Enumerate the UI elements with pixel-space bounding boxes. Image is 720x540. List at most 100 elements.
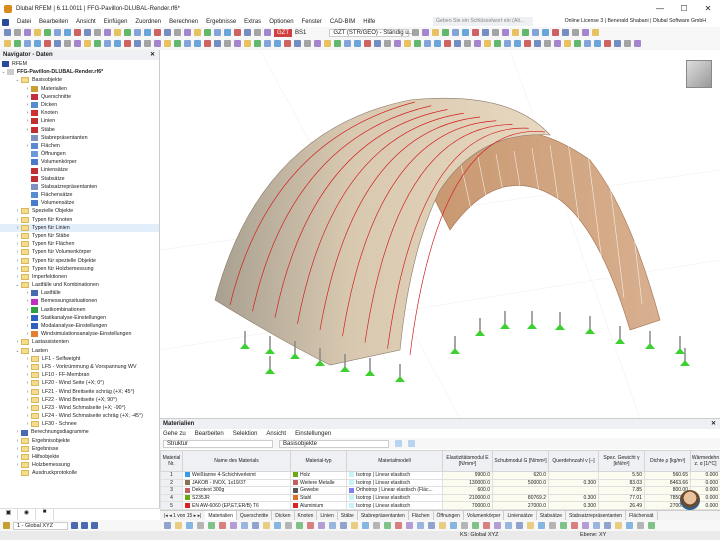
- chevron-right-icon[interactable]: ›: [24, 363, 31, 371]
- toolbar-tool-icon[interactable]: [244, 29, 251, 36]
- toolbar-tool-icon[interactable]: [74, 29, 81, 36]
- column-header[interactable]: Elastizitätsmodul E [N/mm²]: [442, 450, 493, 472]
- column-header[interactable]: Spez. Gewicht γ [kN/m³]: [598, 450, 645, 472]
- tool-icon[interactable]: [230, 522, 237, 529]
- lc-name[interactable]: BS1: [295, 30, 306, 36]
- table-menu-0[interactable]: Gehe zu: [163, 431, 186, 437]
- support-node[interactable]: [645, 331, 655, 349]
- tree-item[interactable]: › Ergebnisobjekte: [0, 437, 159, 445]
- toolbar-tool-icon[interactable]: [214, 40, 221, 47]
- tab-5[interactable]: Stäbe: [338, 510, 358, 521]
- tool-icon[interactable]: [439, 522, 446, 529]
- toolbar-tool-icon[interactable]: [124, 29, 131, 36]
- tool-icon[interactable]: [516, 522, 523, 529]
- toolbar-tool-icon[interactable]: [572, 29, 580, 36]
- toolbar-tool-icon[interactable]: [512, 29, 520, 36]
- table-row[interactable]: 3 Dekotext 300g Gewebe Orthotrop | Linear e…: [160, 486, 720, 495]
- toolbar-tool-icon[interactable]: [94, 29, 101, 36]
- toolbar-tool-icon[interactable]: [184, 40, 191, 47]
- chevron-right-icon[interactable]: ›: [24, 379, 31, 387]
- tree-item[interactable]: › Linien: [0, 117, 159, 125]
- toolbar-tool-icon[interactable]: [164, 29, 171, 36]
- chevron-right-icon[interactable]: ›: [14, 453, 21, 461]
- cell-nu[interactable]: [548, 486, 599, 495]
- toolbar-tool-icon[interactable]: [204, 40, 211, 47]
- toolbar-tool-icon[interactable]: [64, 40, 71, 47]
- load-combo-select[interactable]: GZT (STR/GEO) - Ständig u...: [329, 28, 414, 37]
- cell-nu[interactable]: 0.300: [548, 493, 599, 503]
- toolbar-tool-icon[interactable]: [154, 40, 161, 47]
- toolbar-tool-icon[interactable]: [54, 29, 61, 36]
- toolbar-tool-icon[interactable]: [64, 29, 71, 36]
- cell-g[interactable]: 83.03: [598, 478, 645, 488]
- tool-icon[interactable]: [505, 522, 512, 529]
- menu-0[interactable]: Datei: [17, 19, 31, 25]
- chevron-down-icon[interactable]: ⌄: [14, 347, 21, 355]
- tree-root[interactable]: RFEM: [0, 60, 159, 68]
- tab-9[interactable]: Volumenkörper: [464, 510, 505, 521]
- toolbar-tool-icon[interactable]: [634, 40, 641, 47]
- cell-nu[interactable]: 0.300: [548, 478, 599, 488]
- cell-E[interactable]: 210000.0: [442, 493, 493, 503]
- toolbar-tool-icon[interactable]: [562, 29, 570, 36]
- support-node[interactable]: [450, 336, 460, 354]
- toolbar-tool-icon[interactable]: [514, 40, 521, 47]
- tree-item[interactable]: › Knoten: [0, 109, 159, 117]
- tab-0[interactable]: Materialien: [205, 510, 237, 521]
- cell-name[interactable]: Dekotext 300g: [182, 486, 291, 495]
- tab-11[interactable]: Stabsätze: [537, 510, 566, 521]
- toolbar-tool-icon[interactable]: [264, 40, 271, 47]
- toolbar-tool-icon[interactable]: [552, 29, 560, 36]
- toolbar-tool-icon[interactable]: [404, 40, 411, 47]
- column-header[interactable]: Name des Materials: [182, 450, 291, 472]
- tool-icon[interactable]: [637, 522, 644, 529]
- tool-icon[interactable]: [219, 522, 226, 529]
- tree-item[interactable]: › LF10 - FF-Membran: [0, 371, 159, 379]
- chevron-right-icon[interactable]: ›: [24, 297, 31, 305]
- column-header[interactable]: Wärmedehnz. α [1/°C]: [690, 450, 720, 472]
- tool-icon[interactable]: [593, 522, 600, 529]
- tab-13[interactable]: Flächensät: [626, 510, 658, 521]
- tool-icon[interactable]: [417, 522, 424, 529]
- support-node[interactable]: [265, 336, 275, 354]
- cell-a[interactable]: 0.000: [690, 471, 720, 480]
- cell-name[interactable]: JAKOB - INOX, 1x19/37: [182, 478, 291, 488]
- cell-rho[interactable]: 560.65: [644, 471, 691, 480]
- column-header[interactable]: Dichte ρ [kg/m³]: [644, 450, 691, 472]
- toolbar-tool-icon[interactable]: [284, 40, 291, 47]
- chevron-right-icon[interactable]: ›: [14, 257, 21, 265]
- tree-item[interactable]: ⌄ Lasten: [0, 347, 159, 355]
- menu-6[interactable]: Ergebnisse: [206, 19, 236, 25]
- cell-g[interactable]: 5.50: [598, 471, 645, 480]
- tree-item[interactable]: › Holzbemessung: [0, 461, 159, 469]
- support-node[interactable]: [555, 312, 565, 330]
- menu-4[interactable]: Zuordnen: [135, 19, 161, 25]
- cell-nu[interactable]: 0.300: [548, 501, 599, 510]
- toolbar-tool-icon[interactable]: [234, 29, 241, 36]
- chevron-right-icon[interactable]: ›: [14, 240, 21, 248]
- tab-10[interactable]: Liniensätze: [504, 510, 537, 521]
- tree-item[interactable]: › Stäbe: [0, 126, 159, 134]
- tool-icon[interactable]: [461, 522, 468, 529]
- toolbar-tool-icon[interactable]: [124, 40, 131, 47]
- toolbar-tool-icon[interactable]: [334, 40, 341, 47]
- chevron-right-icon[interactable]: ›: [24, 101, 31, 109]
- cell-G[interactable]: 80769.2: [492, 493, 549, 503]
- toolbar-tool-icon[interactable]: [354, 40, 361, 47]
- toolbar-tool-icon[interactable]: [422, 29, 430, 36]
- toolbar-tool-icon[interactable]: [204, 29, 211, 36]
- support-node[interactable]: [615, 326, 625, 344]
- tree-item[interactable]: › Typen für Flächen: [0, 240, 159, 248]
- toolbar-tool-icon[interactable]: [604, 40, 611, 47]
- menu-2[interactable]: Ansicht: [76, 19, 96, 25]
- toolbar-tool-icon[interactable]: [74, 40, 81, 47]
- toolbar-tool-icon[interactable]: [54, 40, 61, 47]
- filter-icon[interactable]: [408, 440, 415, 447]
- chevron-right-icon[interactable]: ›: [24, 289, 31, 297]
- tool-icon[interactable]: [197, 522, 204, 529]
- view-cube[interactable]: [686, 60, 712, 88]
- support-node[interactable]: [395, 364, 405, 382]
- tree-item[interactable]: › Imperfektionen: [0, 273, 159, 281]
- tool-icon[interactable]: [538, 522, 545, 529]
- toolbar-tool-icon[interactable]: [394, 40, 401, 47]
